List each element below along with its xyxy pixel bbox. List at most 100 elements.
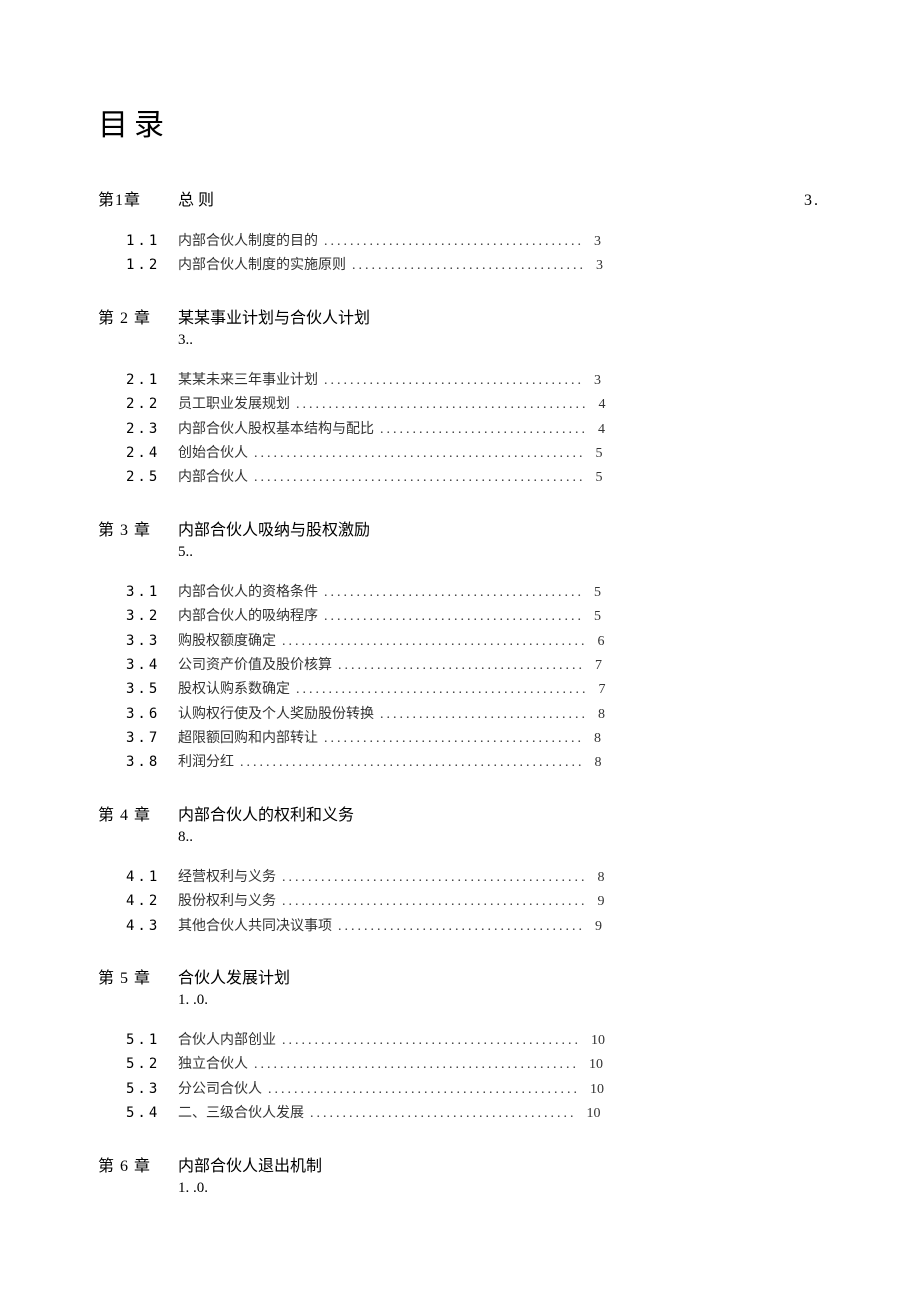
section-body: 内部合伙人...................................… (178, 467, 603, 489)
chapter-row: 第 5 章合伙人发展计划 1. .0. (98, 964, 820, 1009)
section-page: 6 (594, 631, 605, 653)
section-body: 员工职业发展规划................................… (178, 394, 606, 416)
chapter-body: 内部合伙人的权利和义务 (178, 801, 820, 825)
section-row: 2.5内部合伙人................................… (98, 466, 820, 489)
section-row: 3.7超限额回购和内部转让...........................… (98, 727, 820, 750)
section-name: 利润分红 (178, 752, 234, 774)
section-number: 4.1 (98, 866, 178, 888)
section-name: 内部合伙人股权基本结构与配比 (178, 419, 374, 441)
section-dots: ........................................… (276, 867, 594, 889)
section-row: 3.3购股权额度确定..............................… (98, 630, 820, 653)
chapter-name: 总 则 (178, 186, 214, 210)
section-number: 5.1 (98, 1029, 178, 1051)
section-body: 利润分红....................................… (178, 752, 602, 774)
chapter-row: 第 2 章某某事业计划与合伙人计划3.. (98, 304, 820, 349)
section-page: 5 (590, 606, 601, 628)
section-page: 5 (590, 582, 601, 604)
section-body: 内部合伙人制度的实施原则............................… (178, 255, 603, 277)
chapter-label: 第 3 章 (98, 516, 178, 540)
section-name: 二、三级合伙人发展 (178, 1103, 304, 1125)
chapter-page: 3. (804, 192, 820, 210)
section-list: 5.1合伙人内部创业..............................… (98, 1029, 820, 1126)
chapter-note: 5.. (178, 544, 820, 561)
section-number: 3.5 (98, 678, 178, 700)
chapter-note: 1. .0. (178, 1180, 820, 1197)
section-dots: ........................................… (248, 467, 592, 489)
chapter-name: 合伙人发展计划 (178, 964, 290, 988)
section-row: 5.3分公司合伙人...............................… (98, 1078, 820, 1101)
section-name: 超限额回购和内部转让 (178, 728, 318, 750)
section-number: 3.8 (98, 751, 178, 773)
section-dots: ........................................… (304, 1103, 583, 1125)
chapter-row: 第 4 章内部合伙人的权利和义务8.. (98, 801, 820, 846)
section-name: 内部合伙人的吸纳程序 (178, 606, 318, 628)
chapter-right: 内部合伙人吸纳与股权激励5.. (178, 516, 820, 561)
section-page: 9 (594, 891, 605, 913)
section-name: 内部合伙人 (178, 467, 248, 489)
section-page: 8 (590, 728, 601, 750)
section-body: 内部合伙人的吸纳程序..............................… (178, 606, 601, 628)
section-dots: ........................................… (276, 891, 594, 913)
section-number: 1.1 (98, 230, 178, 252)
section-page: 10 (585, 1054, 603, 1076)
section-number: 3.3 (98, 630, 178, 652)
section-row: 3.1内部合伙人的资格条件...........................… (98, 581, 820, 604)
section-number: 3.4 (98, 654, 178, 676)
section-body: 二、三级合伙人发展...............................… (178, 1103, 601, 1125)
section-body: 创始合伙人...................................… (178, 443, 603, 465)
chapter-label: 第 6 章 (98, 1152, 178, 1176)
section-name: 购股权额度确定 (178, 631, 276, 653)
chapter-body: 内部合伙人退出机制 (178, 1152, 820, 1176)
section-row: 2.4创始合伙人................................… (98, 442, 820, 465)
page: 目录 第1章总 则3.1.1内部合伙人制度的目的................… (0, 0, 920, 1303)
section-dots: ........................................… (248, 1054, 585, 1076)
chapter-note: 1. .0. (178, 992, 820, 1009)
section-page: 8 (594, 867, 605, 889)
section-number: 2.2 (98, 393, 178, 415)
section-number: 3.2 (98, 605, 178, 627)
section-body: 合伙人内部创业.................................… (178, 1030, 605, 1052)
page-title: 目录 (98, 100, 820, 144)
section-body: 公司资产价值及股价核算.............................… (178, 655, 602, 677)
section-name: 股份权利与义务 (178, 891, 276, 913)
section-list: 4.1经营权利与义务..............................… (98, 866, 820, 938)
section-name: 某某未来三年事业计划 (178, 370, 318, 392)
section-body: 内部合伙人的资格条件..............................… (178, 582, 601, 604)
section-row: 3.8利润分红.................................… (98, 751, 820, 774)
section-row: 3.4公司资产价值及股价核算..........................… (98, 654, 820, 677)
section-page: 3 (590, 370, 601, 392)
section-body: 认购权行使及个人奖励股份转换..........................… (178, 704, 605, 726)
section-dots: ........................................ (318, 231, 590, 253)
section-dots: ................................ (374, 704, 594, 726)
section-body: 股份权利与义务.................................… (178, 891, 605, 913)
section-page: 7 (595, 679, 606, 701)
section-page: 3 (590, 231, 601, 253)
chapter-right: 合伙人发展计划 1. .0. (178, 964, 820, 1009)
section-body: 某某未来三年事业计划..............................… (178, 370, 601, 392)
chapter-row: 第 6 章内部合伙人退出机制 1. .0. (98, 1152, 820, 1197)
section-row: 5.2独立合伙人................................… (98, 1053, 820, 1076)
chapter-label: 第 5 章 (98, 964, 178, 988)
section-name: 经营权利与义务 (178, 867, 276, 889)
section-body: 内部合伙人制度的目的..............................… (178, 231, 601, 253)
section-row: 2.3内部合伙人股权基本结构与配比.......................… (98, 418, 820, 441)
section-number: 5.4 (98, 1102, 178, 1124)
section-number: 3.7 (98, 727, 178, 749)
chapter-note: 3.. (178, 332, 820, 349)
section-name: 股权认购系数确定 (178, 679, 290, 701)
section-dots: ........................................… (262, 1079, 586, 1101)
section-body: 分公司合伙人..................................… (178, 1079, 604, 1101)
section-dots: ...................................... (332, 655, 591, 677)
section-row: 3.5股权认购系数确定.............................… (98, 678, 820, 701)
section-row: 3.6认购权行使及个人奖励股份转换.......................… (98, 703, 820, 726)
section-row: 1.1内部合伙人制度的目的...........................… (98, 230, 820, 253)
chapter-label: 第 4 章 (98, 801, 178, 825)
section-page: 3 (592, 255, 603, 277)
chapter-label: 第 2 章 (98, 304, 178, 328)
chapter-right: 总 则 3. (178, 186, 820, 210)
section-page: 9 (591, 916, 602, 938)
section-row: 3.2内部合伙人的吸纳程序...........................… (98, 605, 820, 628)
section-name: 内部合伙人的资格条件 (178, 582, 318, 604)
section-page: 8 (594, 704, 605, 726)
section-number: 2.3 (98, 418, 178, 440)
